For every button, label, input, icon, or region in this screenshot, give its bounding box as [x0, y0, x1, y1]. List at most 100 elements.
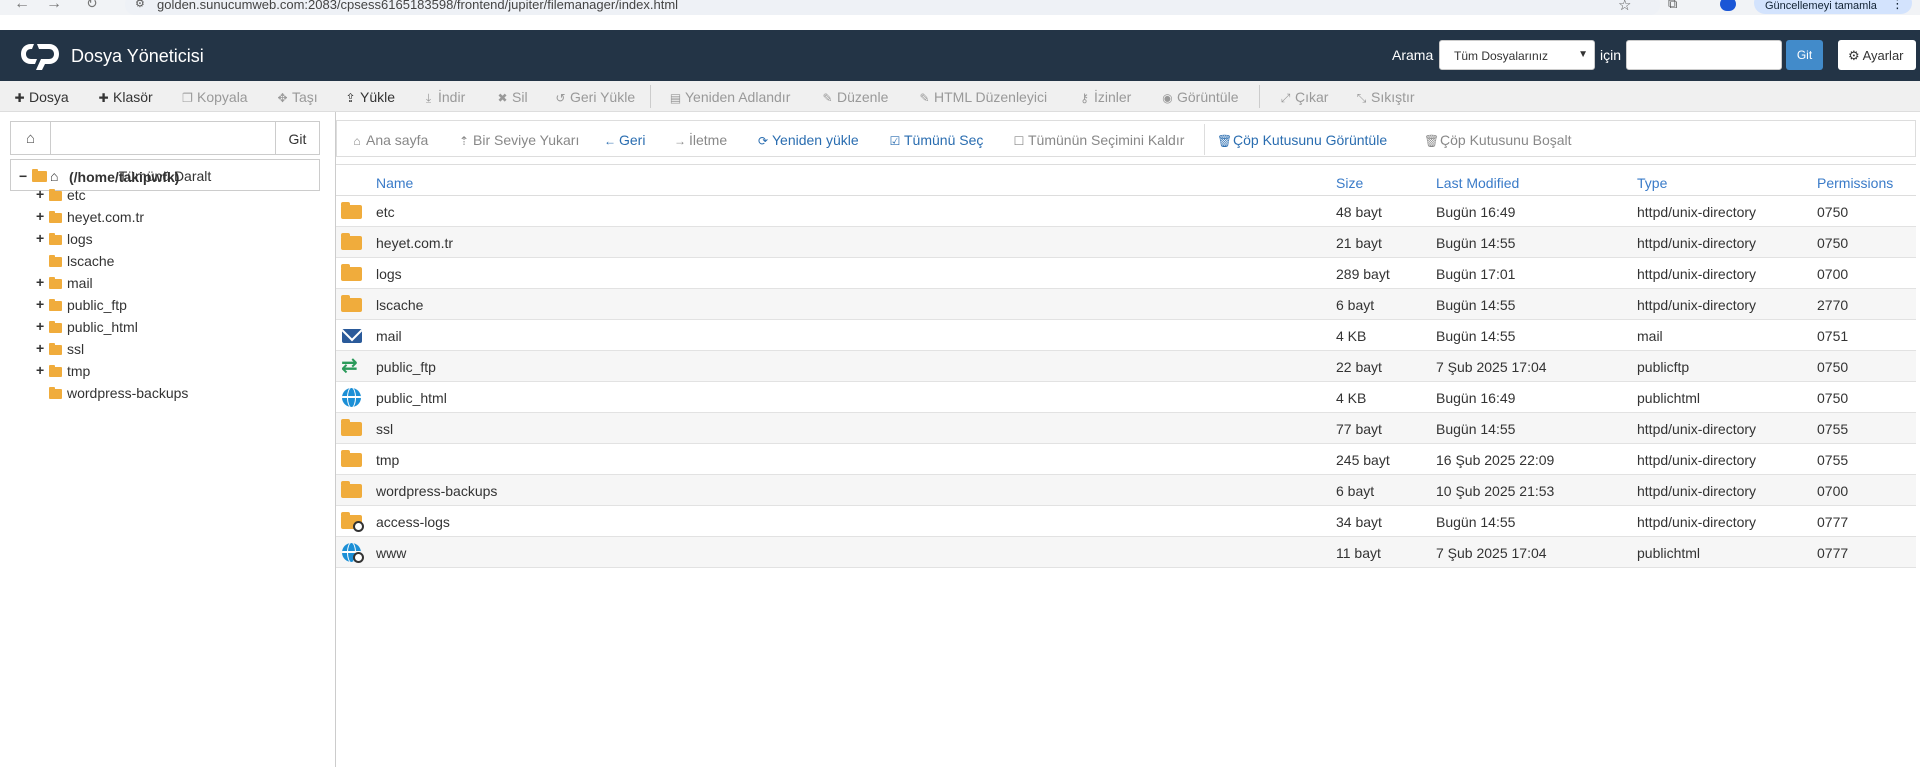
toolbar-button-0[interactable]: ✚ Dosya	[12, 89, 68, 105]
expand-icon[interactable]: +	[36, 230, 48, 246]
file-modified: Bugün 14:55	[1436, 328, 1516, 344]
toolbar-button-5[interactable]: ⤓ İndir	[421, 89, 465, 106]
table-row[interactable]: heyet.com.tr 21 bayt Bugün 14:55 httpd/unix…	[336, 227, 1916, 258]
browser-reload-icon[interactable]: ↻	[86, 0, 98, 12]
nav-button-label: Çöp Kutusunu Görüntüle	[1233, 132, 1388, 148]
file-name[interactable]: heyet.com.tr	[376, 235, 453, 251]
bookmark-star-icon[interactable]: ☆	[1618, 0, 1631, 14]
browser-forward-icon[interactable]: →	[46, 0, 62, 13]
table-row[interactable]: ⇄ public_ftp 22 bayt 7 Şub 2025 17:04 public…	[336, 351, 1916, 382]
table-row[interactable]: tmp 245 bayt 16 Şub 2025 22:09 httpd/unix-d…	[336, 444, 1916, 475]
table-row[interactable]: public_html 4 KB Bugün 16:49 publichtml 0750	[336, 382, 1916, 413]
table-row[interactable]: lscache 6 bayt Bugün 14:55 httpd/unix-direc…	[336, 289, 1916, 320]
toolbar-button-9[interactable]: ✎ Düzenle	[820, 89, 888, 105]
tree-item[interactable]: + public_ftp	[36, 296, 316, 316]
toolbar-button-3[interactable]: ✥ Taşı	[275, 89, 317, 105]
expand-icon[interactable]: +	[36, 208, 48, 224]
file-name[interactable]: mail	[376, 328, 402, 344]
toolbar-button-1[interactable]: ✚ Klasör	[96, 89, 152, 105]
file-name[interactable]: logs	[376, 266, 402, 282]
tree-item[interactable]: + etc	[36, 186, 316, 206]
browser-menu-icon[interactable]: ⋮	[1891, 0, 1904, 12]
table-row[interactable]: mail 4 KB Bugün 14:55 mail 0751	[336, 320, 1916, 351]
path-go-button[interactable]: Git	[276, 121, 320, 155]
expand-icon[interactable]: +	[36, 362, 48, 378]
expand-icon[interactable]: +	[36, 296, 48, 312]
nav-button-7[interactable]: 🗑Çöp Kutusunu Görüntüle	[1217, 132, 1387, 148]
column-header-size[interactable]: Size	[1336, 175, 1363, 191]
tree-item[interactable]: + public_html	[36, 318, 316, 338]
file-modified: Bugün 14:55	[1436, 297, 1516, 313]
toolbar-button-4[interactable]: ⇪ Yükle	[343, 89, 395, 105]
file-type: httpd/unix-directory	[1637, 204, 1757, 220]
tree-item[interactable]: + heyet.com.tr	[36, 208, 316, 228]
table-row[interactable]: logs 289 bayt Bugün 17:01 httpd/unix-direct…	[336, 258, 1916, 289]
file-name[interactable]: ssl	[376, 421, 393, 437]
browser-back-icon[interactable]: ←	[14, 0, 30, 13]
table-row[interactable]: etc 48 bayt Bugün 16:49 httpd/unix-director…	[336, 196, 1916, 227]
tree-item[interactable]: + ssl	[36, 340, 316, 360]
site-info-icon[interactable]: ⚙	[135, 0, 145, 10]
file-name[interactable]: etc	[376, 204, 395, 220]
table-row[interactable]: ssl 77 bayt Bugün 14:55 httpd/unix-director…	[336, 413, 1916, 444]
toolbar-button-8[interactable]: ▤ Yeniden Adlandır	[668, 89, 791, 105]
column-header-type[interactable]: Type	[1637, 175, 1667, 191]
search-input[interactable]	[1626, 40, 1782, 70]
profile-avatar-icon[interactable]	[1720, 0, 1736, 11]
toolbar-button-12[interactable]: ◉ Görüntüle	[1160, 89, 1238, 105]
toolbar-button-13[interactable]: ⤢ Çıkar	[1278, 89, 1329, 106]
tree-item[interactable]: + mail	[36, 274, 316, 294]
home-directory-button[interactable]: ⌂	[10, 121, 51, 155]
expand-icon[interactable]: +	[36, 340, 48, 356]
collapse-icon[interactable]: −	[19, 168, 31, 184]
nav-button-6[interactable]: ☐ Tümünün Seçimini Kaldır	[1012, 132, 1185, 148]
file-name[interactable]: tmp	[376, 452, 399, 468]
nav-button-2[interactable]: ← Geri	[603, 132, 645, 148]
file-name[interactable]: access-logs	[376, 514, 450, 530]
table-row[interactable]: wordpress-backups 6 bayt 10 Şub 2025 21:53…	[336, 475, 1916, 506]
address-bar-url[interactable]: golden.sunucumweb.com:2083/cpsess6165183…	[157, 0, 678, 12]
nav-button-0[interactable]: ⌂ Ana sayfa	[350, 132, 428, 148]
table-row[interactable]: access-logs 34 bayt Bugün 14:55 httpd/unix-…	[336, 506, 1916, 537]
tree-item[interactable]: + tmp	[36, 362, 316, 382]
expand-icon[interactable]: +	[36, 186, 48, 202]
file-name[interactable]: wordpress-backups	[376, 483, 497, 499]
toolbar-button-7[interactable]: ↺ Geri Yükle	[553, 89, 635, 105]
nav-button-4[interactable]: ⟳ Yeniden yükle	[756, 132, 859, 148]
file-name[interactable]: public_ftp	[376, 359, 436, 375]
nav-button-3[interactable]: → İletme	[673, 132, 727, 148]
toolbar-button-label: Yükle	[360, 89, 396, 105]
nav-button-1[interactable]: ⇡ Bir Seviye Yukarı	[457, 132, 579, 148]
eye-icon: ◉	[1162, 91, 1173, 105]
folder-icon	[49, 277, 62, 289]
expand-icon[interactable]: +	[36, 274, 48, 290]
extensions-icon[interactable]: ⧉	[1668, 0, 1677, 12]
file-name[interactable]: www	[376, 545, 406, 561]
toolbar-button-2[interactable]: ❐ Kopyala	[180, 89, 247, 105]
table-row[interactable]: www 11 bayt 7 Şub 2025 17:04 publichtml 0777	[336, 537, 1916, 568]
file-name[interactable]: public_html	[376, 390, 447, 406]
toolbar-button-14[interactable]: ⤡ Sıkıştır	[1354, 89, 1415, 106]
file-name[interactable]: lscache	[376, 297, 423, 313]
expand-icon[interactable]: +	[36, 318, 48, 334]
nav-button-8[interactable]: 🗑Çöp Kutusunu Boşalt	[1424, 132, 1572, 148]
upload-icon: ⇪	[345, 91, 356, 105]
settings-button[interactable]: ⚙ Ayarlar	[1838, 40, 1916, 70]
column-header-name[interactable]: Name	[376, 175, 413, 191]
search-scope-select[interactable]: Tüm Dosyalarınız ▼	[1439, 40, 1595, 70]
nav-button-5[interactable]: ☑ Tümünü Seç	[888, 132, 984, 148]
tree-item[interactable]: wordpress-backups	[36, 384, 316, 404]
search-go-button[interactable]: Git	[1786, 40, 1823, 70]
toolbar-button-10[interactable]: ✎ HTML Düzenleyici	[917, 89, 1047, 105]
column-header-permissions[interactable]: Permissions	[1817, 175, 1893, 191]
toolbar-button-11[interactable]: ⚷ İzinler	[1077, 89, 1131, 105]
tree-item[interactable]: + logs	[36, 230, 316, 250]
toolbar-button-label: Geri Yükle	[570, 89, 636, 105]
column-header-last-modified[interactable]: Last Modified	[1436, 175, 1519, 191]
path-input[interactable]	[51, 121, 276, 155]
toolbar-button-6[interactable]: ✖ Sil	[495, 89, 527, 105]
tree-item[interactable]: lscache	[36, 252, 316, 272]
tree-root[interactable]: − ⌂ (/home/takipwfk)	[19, 168, 319, 188]
update-button[interactable]: Güncellemeyi tamamla	[1754, 0, 1912, 14]
file-permissions: 0700	[1817, 483, 1849, 499]
